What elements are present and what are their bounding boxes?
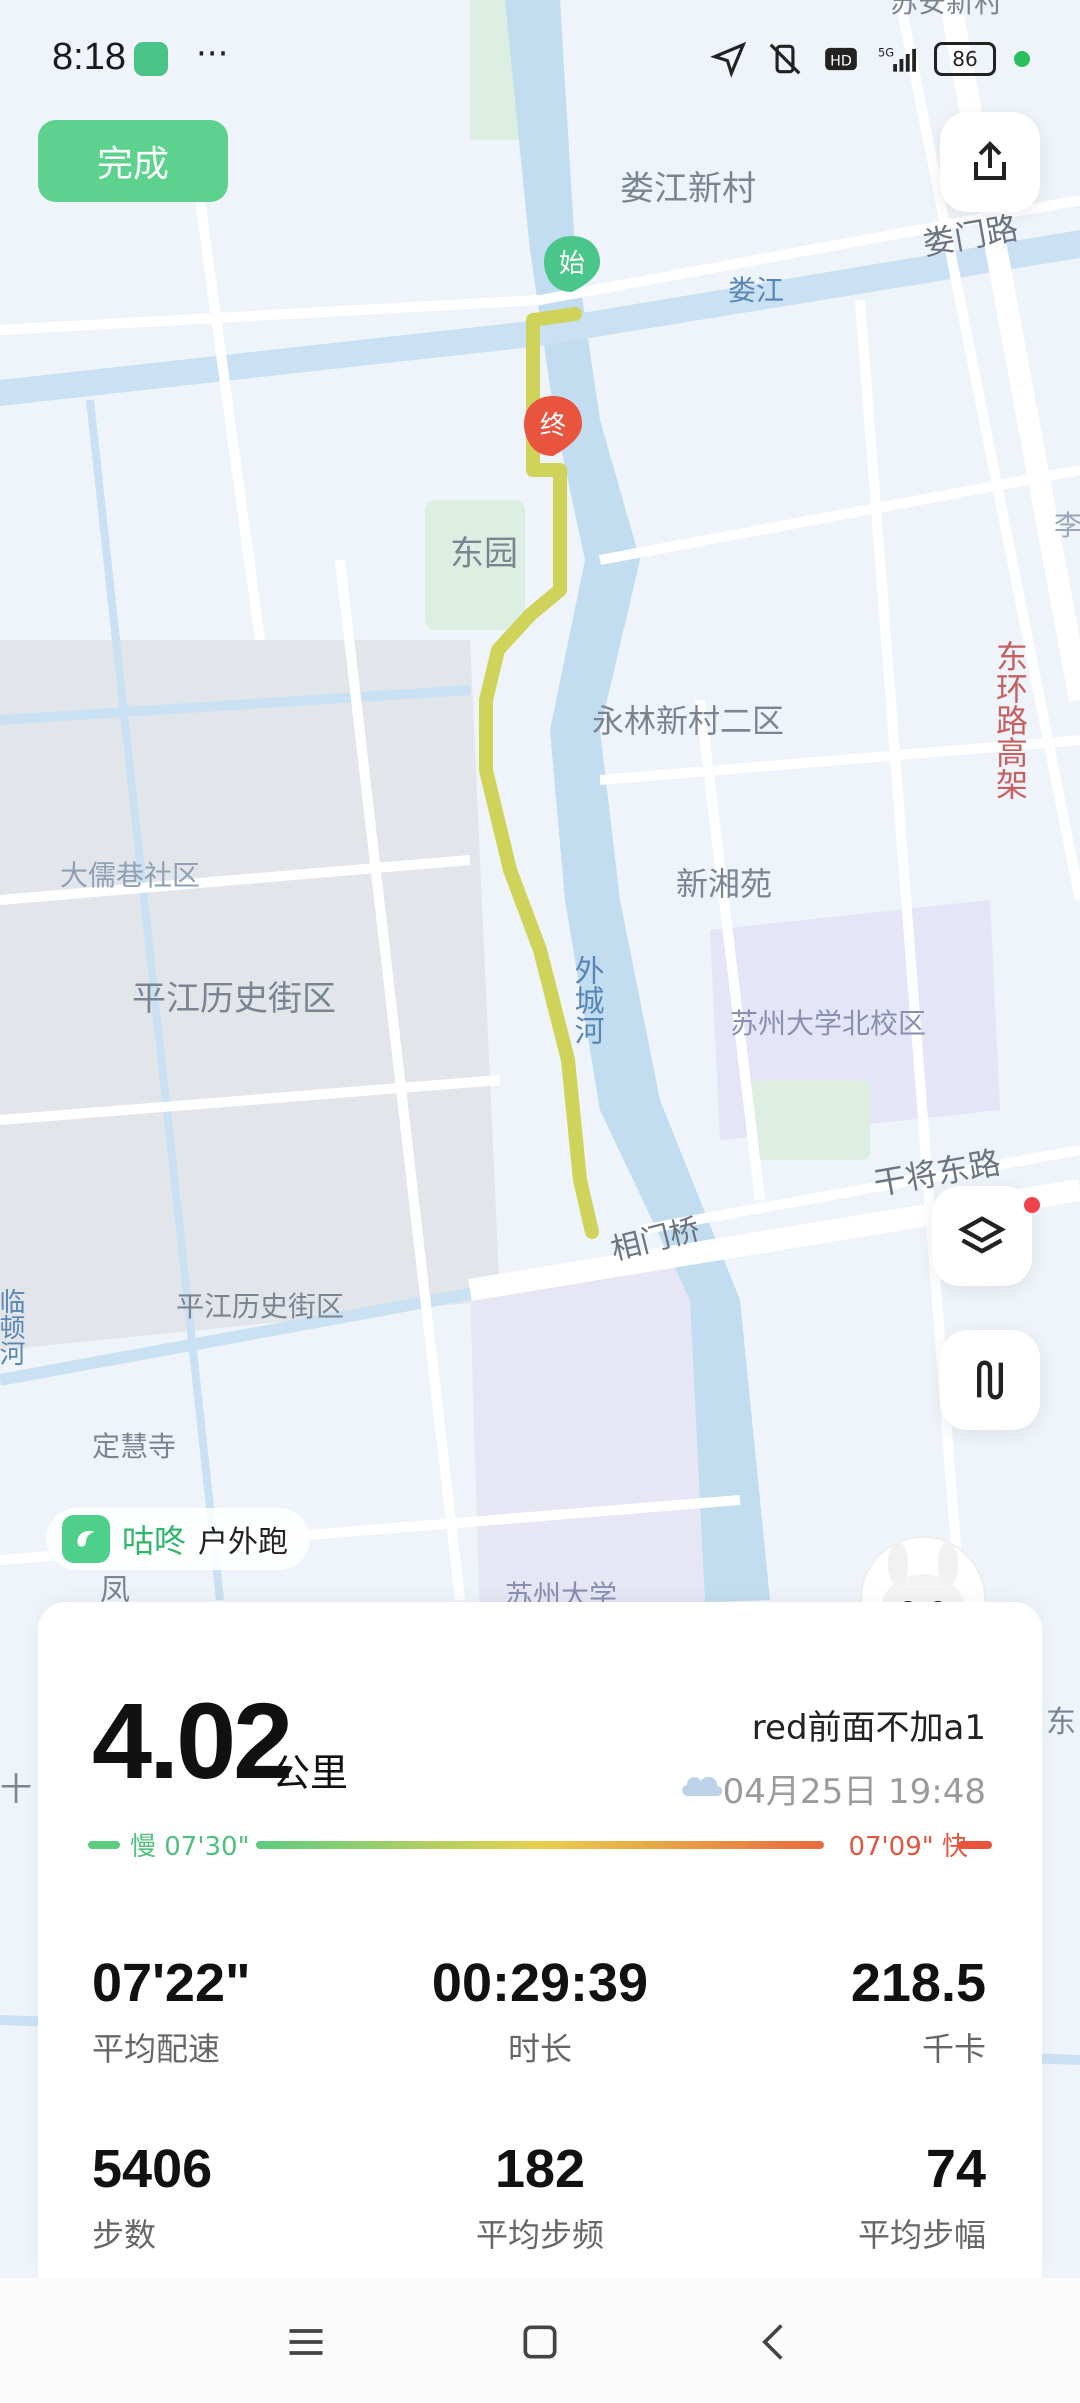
route-icon [977,1360,1003,1400]
map-label: 十 [0,1770,32,1808]
stat-value: 74 [925,2139,986,2199]
pace-slow-label: 慢 07'30" [130,1832,250,1862]
stat-label: 平均步幅 [857,2216,986,2254]
svg-text:HD: HD [830,53,852,69]
map-label-vertical: 东环路高架 [991,640,1029,800]
map-label: 定慧寺 [92,1430,176,1463]
svg-text:5G: 5G [878,45,894,59]
activity-type: 户外跑 [198,1525,289,1560]
5g-signal-icon: 5G [878,45,916,72]
map-label: 永林新村二区 [592,702,784,740]
user-name: red前面不加a1 [751,1708,986,1748]
back-chevron-icon[interactable] [752,2320,796,2364]
park-area-small [750,1080,870,1160]
activity-datetime: 04月25日 19:48 [722,1772,986,1812]
map-label: 平江历史街区 [176,1290,344,1323]
notification-dot [1024,1197,1040,1213]
menu-icon[interactable] [284,2320,328,2364]
system-nav-bar [0,2278,1080,2403]
stat-value: 218.5 [850,1953,986,2013]
brand-chip: 咕咚 户外跑 [46,1508,311,1570]
share-icon [974,141,1006,180]
map-label: 大儒巷社区 [60,859,200,892]
green-dot-icon [1014,51,1030,67]
map-label: 娄江 [728,274,784,307]
location-arrow-icon [710,41,747,78]
hd-icon: HD [825,47,857,71]
layers-icon [958,1216,1006,1254]
share-button[interactable] [940,112,1040,212]
map-label-vertical: 临顿河 [0,1288,25,1366]
map-label: 苏州大学北校区 [730,1007,926,1040]
battery-level: 86 [952,47,978,71]
battery-icon: 86 [934,42,996,76]
map-label: 东园 [450,534,518,574]
distance-value: 4.02 [92,1680,293,1801]
map-label: 东 [1046,1705,1076,1740]
brand-name: 咕咚 [122,1522,187,1560]
done-button[interactable]: 完成 [38,120,228,202]
stat-stride: 74 平均步幅 [858,2138,986,2256]
codoon-logo-icon [62,1515,110,1563]
status-icons: HD 5G 86 [710,40,1030,78]
more-notifications-icon: ··· [196,34,229,74]
status-bar: 8:18 ··· HD 5G 86 [0,0,1080,120]
map-label: 平江历史街区 [132,979,336,1019]
svg-text:终: 终 [540,411,566,441]
map-label: 李 [1054,509,1080,542]
stat-label: 千卡 [921,2030,986,2068]
cloud-icon [682,1776,723,1796]
map-layers-button[interactable] [932,1186,1032,1286]
svg-text:始: 始 [559,249,585,279]
stat-calories: 218.5 千卡 [851,1952,986,2070]
app-notification-icon [134,42,168,76]
map-label: 娄江新村 [620,169,756,209]
distance-unit: 公里 [272,1751,349,1795]
route-replay-button[interactable] [940,1330,1040,1430]
status-time: 8:18 [52,36,126,78]
map-label-vertical: 外城河 [569,955,605,1045]
map-label: 新湘苑 [676,865,772,903]
pace-fast-label: 07'09" 快 [848,1832,968,1862]
home-square-icon[interactable] [518,2320,562,2364]
vibrate-off-icon [769,43,801,75]
